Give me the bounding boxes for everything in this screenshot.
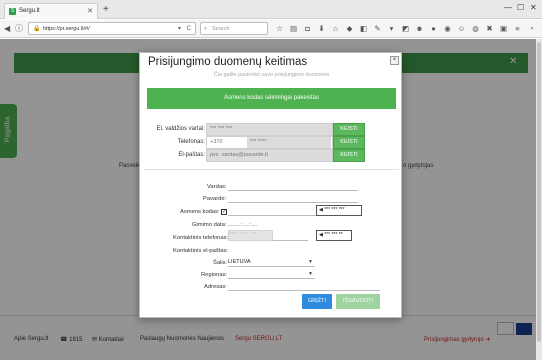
modal-divider [144,169,399,170]
login-data-modal: Prisijungimo duomenų keitimas × Čia gali… [139,52,402,318]
download-icon[interactable]: ⬇ [316,23,327,34]
vardas-input[interactable] [228,190,358,191]
chevron-down-icon: ▼ [308,259,313,265]
extension-icon[interactable]: ◩ [400,23,411,34]
pavarde-input[interactable] [228,202,358,203]
url-bar[interactable]: 🔒 https://pr.sergu.lt/#/ ▾ C [28,22,196,35]
minimize-icon[interactable]: — [504,3,512,12]
browser-tabbar: S Sergu.lt ✕ + — ☐ ✕ [0,0,542,19]
lock-icon: 🔒 [33,26,41,32]
kontaktinis-telefonas-tooltip: ◀ *** *** ** [316,230,352,241]
maximize-icon[interactable]: ☐ [517,3,524,12]
extension-icon[interactable]: ✎ [372,23,383,34]
success-alert: Asmens kodas sėkmingai pakeistas [147,88,396,109]
search-input[interactable]: ⌕ Search [200,22,268,35]
telefonas-label: Telefonas: [177,139,205,145]
chevron-down-icon: ▼ [308,271,313,277]
salis-value: LIETUVA [228,259,251,265]
dropdown-icon[interactable]: ▾ [178,23,181,35]
keisti-telefonas-button[interactable]: KEISTI [333,136,365,149]
adresas-label: Adresas: [204,284,227,290]
extension-icon[interactable]: ◧ [358,23,369,34]
browser-navbar: ◀ ⓘ 🔒 https://pr.sergu.lt/#/ ▾ C ⌕ Searc… [0,20,542,38]
reading-list-icon[interactable]: ▤ [288,23,299,34]
regionas-label: Regionas: [201,272,228,278]
evaldzios-vartai-value: *** *** *** [206,123,333,136]
search-icon: ⌕ [204,26,208,32]
keisti-evaldzios-button[interactable]: KEISTI [333,123,365,136]
pavarde-label: Pavardė: [203,196,227,202]
page-scrollbar-thumb[interactable] [537,42,541,342]
kontaktinis-el-pastas-label: Kontaktinis el-paštas: [173,248,229,254]
kontaktinis-telefonas-input[interactable]: *** *** ** [228,230,273,241]
el-pastas-placeholder: pvz. vardas@pavarde.lt [210,152,268,158]
gimimo-data-input[interactable]: ____-__-__ [228,221,258,227]
asmens-kodas-checkbox[interactable]: ✓ [221,209,227,215]
extension-icon[interactable]: ✖ [484,23,495,34]
back-button[interactable]: GRĮŽTI [302,294,332,309]
browser-tab[interactable]: S Sergu.lt ✕ [4,3,98,19]
extension-icon[interactable]: ◍ [470,23,481,34]
extension-icon[interactable]: ▣ [498,23,509,34]
kontaktinis-telefonas-underline [273,240,308,241]
tab-title: Sergu.lt [19,8,40,14]
extension-icon[interactable]: ● [428,23,439,34]
extension-icon[interactable]: ◉ [442,23,453,34]
extension-icon[interactable]: ☻ [414,23,425,34]
search-placeholder: Search [212,26,230,32]
asmens-kodas-tooltip: ◀ *** *** *** [316,205,362,216]
el-pastas-label: El-paštas: [178,152,205,158]
url-text: https://pr.sergu.lt/#/ [43,26,90,32]
sync-icon[interactable]: ◆ [344,23,355,34]
modal-close-button[interactable]: × [390,56,399,65]
bookmark-star-icon[interactable]: ☆ [274,23,285,34]
reload-icon[interactable]: C [187,23,191,35]
gimimo-data-label: Gimimo data: [192,222,227,228]
vardas-label: Vardas: [207,184,227,190]
evaldzios-vartai-masked: *** *** *** [210,126,233,132]
extension-icon[interactable]: ◔ [526,23,537,34]
keisti-el-pastas-button[interactable]: KEISTI [333,149,365,162]
modal-subtitle: Čia galite pasirinkti savo prisijungimo … [213,72,330,78]
salis-select[interactable]: LIETUVA ▼ [228,258,315,267]
save-button[interactable]: IŠSAUGOTI [336,294,380,309]
menu-icon[interactable]: ≡ [512,23,523,34]
back-icon[interactable]: ◀ [4,23,10,35]
adresas-input[interactable] [228,290,380,291]
home-icon[interactable]: ⌂ [330,23,341,34]
sergu-favicon-icon: S [9,8,16,15]
asmens-kodas-label: Asmens kodas: [180,209,220,215]
tab-close-icon[interactable]: ✕ [87,4,93,19]
telefonas-masked: *** **** [247,137,331,148]
new-tab-button[interactable]: + [103,3,109,17]
telefonas-prefix: +370 [210,139,223,145]
modal-title: Prisijungimo duomenų keitimas [148,56,308,68]
kontaktinis-telefonas-label: Kontaktinis telefonas: [173,235,229,241]
identity-icon[interactable]: ⓘ [15,23,23,35]
telefonas-value: +370 *** **** [206,136,333,149]
extension-icon[interactable]: ▾ [386,23,397,34]
extension-icon[interactable]: ☺ [456,23,467,34]
regionas-select[interactable]: ▼ [228,270,315,279]
salis-label: Šalis: [213,260,228,266]
el-pastas-input[interactable]: pvz. vardas@pavarde.lt [206,149,333,162]
pocket-icon[interactable]: ◘ [302,23,313,34]
window-close-icon[interactable]: ✕ [530,3,537,12]
evaldzios-vartai-label: El. valdžios vartai: [156,126,205,132]
